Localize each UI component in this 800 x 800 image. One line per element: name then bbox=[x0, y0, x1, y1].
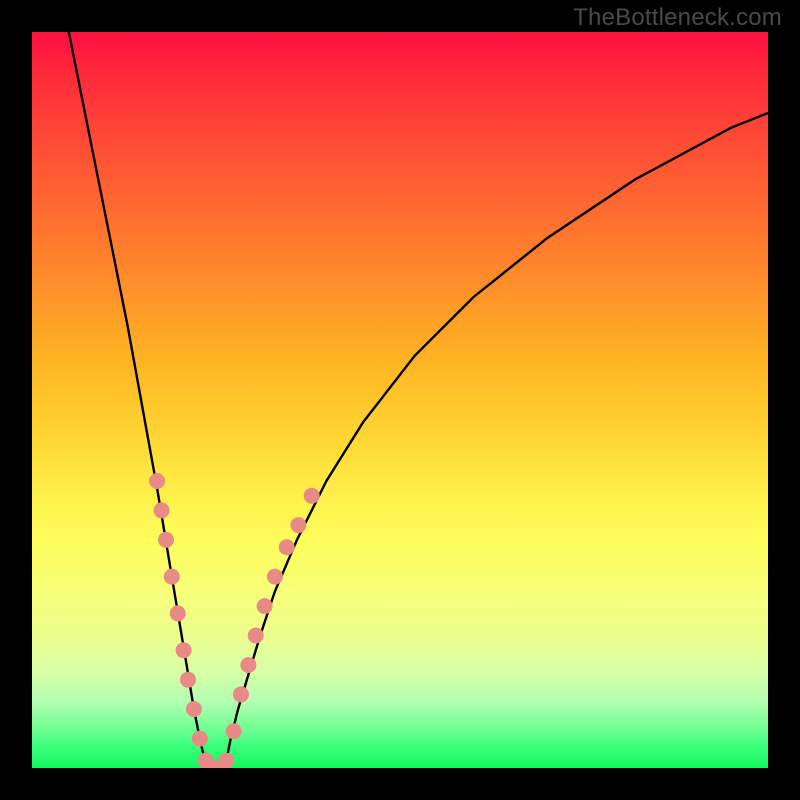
data-marker bbox=[192, 731, 208, 747]
data-marker bbox=[186, 701, 202, 717]
data-marker bbox=[226, 723, 242, 739]
plot-area bbox=[32, 32, 768, 768]
data-marker bbox=[233, 686, 249, 702]
data-marker bbox=[279, 539, 295, 555]
data-marker bbox=[158, 532, 174, 548]
data-marker bbox=[240, 657, 256, 673]
data-marker bbox=[176, 642, 192, 658]
data-marker bbox=[170, 605, 186, 621]
chart-frame: TheBottleneck.com bbox=[0, 0, 800, 800]
curve-right bbox=[225, 113, 768, 768]
data-marker bbox=[248, 628, 264, 644]
data-marker bbox=[290, 517, 306, 533]
chart-svg bbox=[32, 32, 768, 768]
data-marker bbox=[154, 502, 170, 518]
marker-group bbox=[149, 473, 320, 768]
data-marker bbox=[257, 598, 273, 614]
watermark-text: TheBottleneck.com bbox=[573, 4, 782, 32]
data-marker bbox=[304, 488, 320, 504]
data-marker bbox=[267, 569, 283, 585]
data-marker bbox=[164, 569, 180, 585]
data-marker bbox=[180, 672, 196, 688]
data-marker bbox=[149, 473, 165, 489]
